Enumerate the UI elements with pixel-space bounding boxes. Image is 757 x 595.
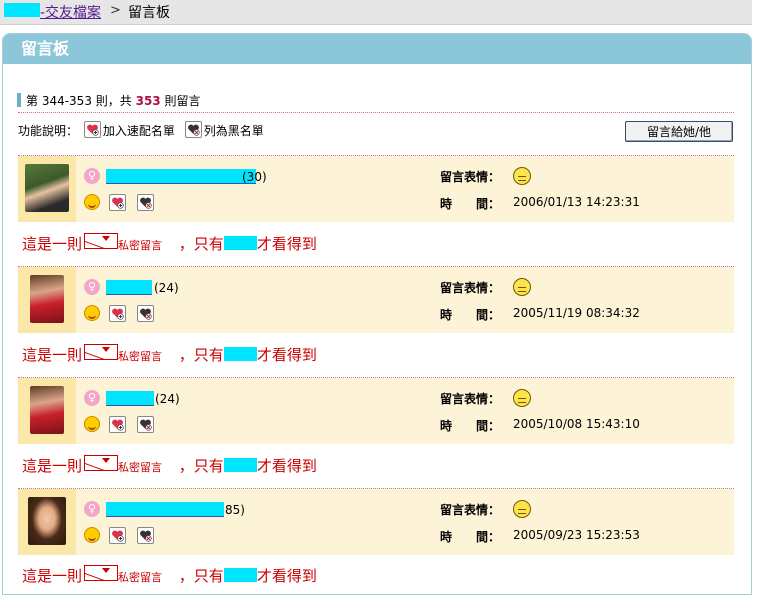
gender-female-icon: ♀ [84, 501, 100, 517]
message-entry: ♀ 85) 留言表情： 時 間： 2005/09/23 15:23:53 [18, 489, 734, 555]
redacted-username [223, 458, 257, 472]
avatar[interactable] [18, 378, 76, 444]
message-time: 2005/10/08 15:43:10 [513, 417, 640, 431]
heart-add-icon[interactable] [109, 527, 126, 544]
private-message-note: 這是一則 私密留言 ，只有 才看得到 [22, 565, 317, 586]
message-entry: ♀ (24) 留言表情： 時 間： 2005/11/19 08:34:32 [18, 267, 734, 333]
section-marker [17, 93, 21, 107]
heart-add-icon[interactable] [109, 305, 126, 322]
private-prefix: 這是一則 [22, 346, 83, 364]
time-label: 時 間： [440, 419, 501, 433]
redacted-username [223, 568, 257, 582]
member-age: 85) [225, 503, 245, 517]
member-name-link[interactable] [106, 502, 224, 517]
time-label: 時 間： [440, 530, 501, 544]
private-prefix: 這是一則 [22, 457, 83, 475]
legend-label: 功能說明： [18, 124, 79, 138]
private-message-note: 這是一則 私密留言 ，只有 才看得到 [22, 455, 317, 476]
count-prefix: 第 344-353 則，共 [26, 94, 132, 108]
private-prefix: 這是一則 [22, 567, 83, 585]
breadcrumb-current: 留言板 [128, 5, 170, 21]
message-time: 2005/09/23 15:23:53 [513, 528, 640, 542]
message-count: 第 344-353 則，共 353 則留言 [17, 92, 201, 109]
smile-icon [84, 527, 100, 543]
private-tag: 私密留言 [118, 239, 163, 252]
gender-female-icon: ♀ [84, 390, 100, 406]
envelope-icon [84, 344, 119, 360]
mood-neutral-icon [513, 500, 531, 518]
smile-icon [84, 305, 100, 321]
message-time: 2006/01/13 14:23:31 [513, 195, 640, 209]
mood-neutral-icon [513, 167, 531, 185]
count-total: 353 [135, 94, 161, 108]
heart-block-icon[interactable] [137, 416, 154, 433]
private-message-note: 這是一則 私密留言 ，只有 才看得到 [22, 344, 317, 365]
heart-add-icon [83, 121, 101, 138]
avatar[interactable] [18, 267, 76, 333]
heart-add-icon[interactable] [109, 416, 126, 433]
private-suffix: 才看得到 [256, 235, 317, 253]
private-middle: ，只有 [178, 346, 224, 364]
message-entry: ♀ (24) 留言表情： 時 間： 2005/10/08 15:43:10 [18, 378, 734, 444]
private-suffix: 才看得到 [256, 567, 317, 585]
private-middle: ，只有 [178, 567, 224, 585]
private-suffix: 才看得到 [256, 346, 317, 364]
mood-label: 留言表情： [440, 392, 501, 406]
private-suffix: 才看得到 [256, 457, 317, 475]
avatar[interactable] [18, 489, 76, 555]
leave-message-button[interactable]: 留言給她/他 [625, 121, 733, 142]
mood-label: 留言表情： [440, 503, 501, 517]
smile-icon [84, 416, 100, 432]
member-name-link[interactable] [106, 169, 256, 184]
count-suffix: 則留言 [164, 94, 201, 108]
envelope-icon [84, 455, 119, 471]
time-label: 時 間： [440, 308, 501, 322]
heart-add-icon[interactable] [109, 194, 126, 211]
envelope-icon [84, 233, 119, 249]
divider [18, 112, 734, 113]
member-name-link[interactable] [106, 391, 154, 406]
legend-blacklist: 列為黑名單 [203, 124, 264, 138]
private-tag: 私密留言 [118, 350, 163, 363]
heart-block-icon[interactable] [137, 527, 154, 544]
function-legend: 功能說明： 加入速配名單 列為黑名單 [18, 121, 264, 139]
private-prefix: 這是一則 [22, 235, 83, 253]
panel-title: 留言板 [3, 34, 751, 64]
legend-add-speed: 加入速配名單 [102, 124, 175, 138]
private-tag: 私密留言 [118, 461, 163, 474]
gender-female-icon: ♀ [84, 168, 100, 184]
member-age: (24) [155, 392, 180, 406]
breadcrumb: -交友檔案 > 留言板 [0, 0, 752, 25]
redacted-username [4, 3, 40, 17]
breadcrumb-separator: > [110, 3, 121, 18]
message-entry: ♀ (30) 留言表情： 時 間： 2006/01/13 14:23:31 [18, 156, 734, 222]
avatar[interactable] [18, 156, 76, 222]
heart-block-icon [184, 121, 202, 138]
heart-block-icon[interactable] [137, 194, 154, 211]
message-time: 2005/11/19 08:34:32 [513, 306, 640, 320]
heart-block-icon[interactable] [137, 305, 154, 322]
private-message-note: 這是一則 私密留言 ，只有 才看得到 [22, 233, 317, 254]
time-label: 時 間： [440, 197, 501, 211]
redacted-username [223, 347, 257, 361]
redacted-username [223, 236, 257, 250]
mood-neutral-icon [513, 389, 531, 407]
envelope-icon [84, 565, 119, 581]
mood-label: 留言表情： [440, 170, 501, 184]
member-age: (30) [242, 170, 267, 184]
breadcrumb-profile-link[interactable]: -交友檔案 [40, 2, 101, 22]
private-middle: ，只有 [178, 235, 224, 253]
smile-icon [84, 194, 100, 210]
gender-female-icon: ♀ [84, 279, 100, 295]
member-age: (24) [154, 281, 179, 295]
mood-label: 留言表情： [440, 281, 501, 295]
private-tag: 私密留言 [118, 571, 163, 584]
mood-neutral-icon [513, 278, 531, 296]
private-middle: ，只有 [178, 457, 224, 475]
member-name-link[interactable] [106, 280, 152, 295]
